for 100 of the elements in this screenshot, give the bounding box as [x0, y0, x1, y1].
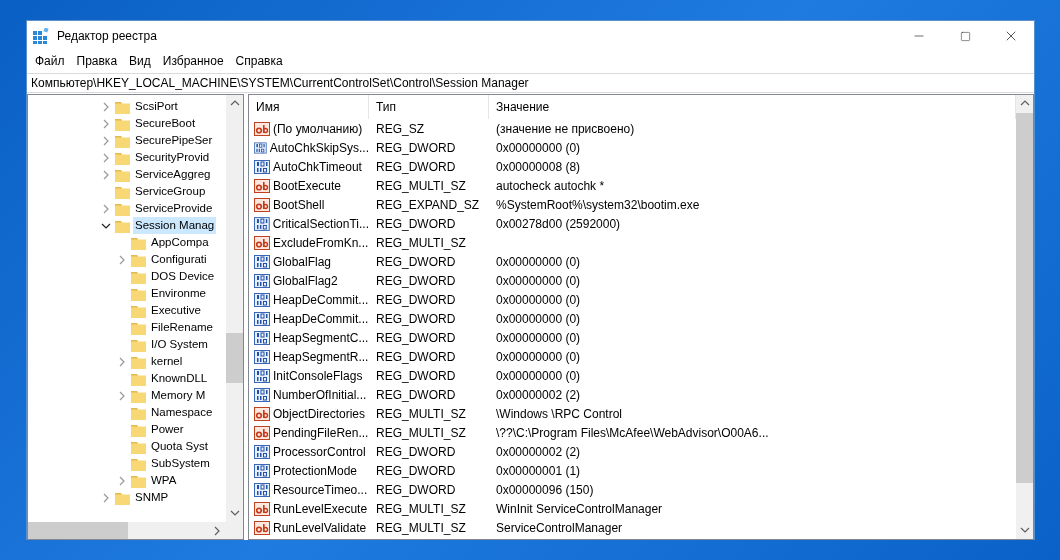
- folder-icon: [131, 269, 146, 284]
- value-row[interactable]: PendingFileRen... REG_MULTI_SZ \??\C:\Program Files\McAfee\WebAdvisor\O00A6...: [249, 423, 1016, 442]
- value-type: REG_DWORD: [375, 254, 457, 269]
- value-row[interactable]: (По умолчанию) REG_SZ (значение не присвоено): [249, 119, 1016, 138]
- tree-item[interactable]: ServiceGroup: [133, 183, 208, 200]
- folder-icon: [115, 490, 130, 505]
- tree-item[interactable]: WPA: [149, 472, 179, 489]
- folder-icon: [131, 286, 146, 301]
- value-data: 0x00000000 (0): [495, 140, 582, 155]
- value-row[interactable]: ResourceTimeo... REG_DWORD 0x00000096 (150): [249, 480, 1016, 499]
- binary-value-icon: [254, 387, 270, 402]
- value-name: ResourceTimeo...: [273, 482, 368, 497]
- tree-item[interactable]: Executive: [149, 302, 203, 319]
- value-name: ProcessorControl: [273, 444, 366, 459]
- value-row[interactable]: BootExecute REG_MULTI_SZ autocheck autochk *: [249, 176, 1016, 195]
- tree-item[interactable]: ServiceProvide: [133, 200, 215, 217]
- tree-item[interactable]: Configurati: [149, 251, 209, 268]
- binary-value-icon: [254, 330, 270, 345]
- value-type: REG_SZ: [375, 121, 425, 136]
- tree-item[interactable]: SecureBoot: [133, 115, 198, 132]
- value-row[interactable]: InitConsoleFlags REG_DWORD 0x00000000 (0): [249, 366, 1016, 385]
- folder-icon: [115, 167, 130, 182]
- value-row[interactable]: ProtectionMode REG_DWORD 0x00000001 (1): [249, 461, 1016, 480]
- value-row[interactable]: HeapSegmentC... REG_DWORD 0x00000000 (0): [249, 328, 1016, 347]
- tree-item[interactable]: kernel: [149, 353, 185, 370]
- folder-icon: [131, 320, 146, 335]
- tree-item[interactable]: FileRename: [149, 319, 215, 336]
- folder-icon: [131, 303, 146, 318]
- value-data: %SystemRoot%\system32\bootim.exe: [495, 197, 701, 212]
- tree-item[interactable]: I/O System: [149, 336, 210, 353]
- value-type: REG_DWORD: [375, 273, 457, 288]
- vertical-scrollbar[interactable]: [226, 95, 243, 522]
- scrollbar-thumb[interactable]: [1016, 113, 1033, 483]
- value-type: REG_DWORD: [375, 463, 457, 478]
- tree-item[interactable]: KnownDLL: [149, 370, 210, 387]
- tree-item[interactable]: Session Manag: [133, 217, 217, 234]
- value-row[interactable]: BootShell REG_EXPAND_SZ %SystemRoot%\system32\bootim.exe: [249, 195, 1016, 214]
- folder-icon: [115, 99, 130, 114]
- value-row[interactable]: HeapDeCommit... REG_DWORD 0x00000000 (0): [249, 309, 1016, 328]
- vertical-scrollbar[interactable]: [1016, 95, 1033, 539]
- value-name: CriticalSectionTi...: [272, 216, 369, 231]
- value-type: REG_DWORD: [375, 216, 457, 231]
- string-value-icon: [254, 501, 270, 516]
- scrollbar-thumb[interactable]: [226, 333, 243, 383]
- folder-icon: [131, 337, 146, 352]
- value-row[interactable]: ExcludeFromKn... REG_MULTI_SZ: [249, 233, 1016, 252]
- tree-item[interactable]: Namespace: [149, 404, 215, 421]
- value-data: 0x00000000 (0): [495, 292, 582, 307]
- value-row[interactable]: HeapSegmentR... REG_DWORD 0x00000000 (0): [249, 347, 1016, 366]
- folder-icon: [131, 439, 146, 454]
- folder-icon: [115, 201, 130, 216]
- menu-item[interactable]: Файл: [29, 54, 71, 68]
- value-name: ProtectionMode: [273, 463, 358, 478]
- value-row[interactable]: RunLevelExecute REG_MULTI_SZ WinInit ServiceControlManager: [249, 499, 1016, 518]
- tree-item[interactable]: SecurityProvid: [133, 149, 212, 166]
- folder-icon: [131, 354, 146, 369]
- window-title: Редактор реестра: [57, 29, 158, 43]
- value-row[interactable]: CriticalSectionTi... REG_DWORD 0x00278d00 (2592000): [249, 214, 1016, 233]
- folder-icon: [115, 116, 130, 131]
- tree-item[interactable]: SecurePipeSer: [133, 132, 215, 149]
- column-header[interactable]: Тип: [369, 95, 489, 119]
- scrollbar-thumb[interactable]: [28, 522, 128, 539]
- value-name: ObjectDirectories: [273, 406, 366, 421]
- tree-item[interactable]: Power: [149, 421, 186, 438]
- tree-item[interactable]: Memory M: [149, 387, 208, 404]
- horizontal-scrollbar[interactable]: [28, 522, 226, 539]
- value-row[interactable]: ObjectDirectories REG_MULTI_SZ \Windows \RPC Control: [249, 404, 1016, 423]
- value-row[interactable]: HeapDeCommit... REG_DWORD 0x00000000 (0): [249, 290, 1016, 309]
- column-header[interactable]: Имя: [249, 95, 369, 119]
- value-row[interactable]: AutoChkTimeout REG_DWORD 0x00000008 (8): [249, 157, 1016, 176]
- address-bar[interactable]: Компьютер\HKEY_LOCAL_MACHINE\SYSTEM\CurrentControlSet\Control\Session Manager: [27, 73, 1034, 93]
- menu-item[interactable]: Избранное: [156, 54, 230, 68]
- value-row[interactable]: AutoChkSkipSys... REG_DWORD 0x00000000 (0): [249, 138, 1016, 157]
- menu-item[interactable]: Вид: [123, 54, 157, 68]
- value-data: 0x00000000 (0): [495, 311, 582, 326]
- tree-item[interactable]: Quota Syst: [149, 438, 210, 455]
- tree-item[interactable]: ScsiPort: [133, 98, 180, 115]
- folder-icon: [115, 133, 130, 148]
- value-type: REG_DWORD: [375, 349, 457, 364]
- value-row[interactable]: GlobalFlag2 REG_DWORD 0x00000000 (0): [249, 271, 1016, 290]
- tree-item[interactable]: SNMP: [133, 489, 171, 506]
- value-type: REG_MULTI_SZ: [375, 501, 467, 516]
- value-name: GlobalFlag2: [273, 273, 338, 288]
- tree-item[interactable]: SubSystem: [149, 455, 212, 472]
- tree-item[interactable]: Environme: [149, 285, 208, 302]
- binary-value-icon: [254, 159, 270, 174]
- binary-value-icon: [254, 216, 270, 231]
- menu-item[interactable]: Справка: [229, 54, 289, 68]
- value-type: REG_DWORD: [375, 311, 457, 326]
- value-row[interactable]: ProcessorControl REG_DWORD 0x00000002 (2): [249, 442, 1016, 461]
- app-icon: [33, 28, 49, 44]
- value-name: InitConsoleFlags: [273, 368, 363, 383]
- tree-item[interactable]: DOS Device: [149, 268, 217, 285]
- value-row[interactable]: GlobalFlag REG_DWORD 0x00000000 (0): [249, 252, 1016, 271]
- menu-item[interactable]: Правка: [70, 54, 124, 68]
- folder-icon: [131, 235, 146, 250]
- tree-item[interactable]: AppCompa: [149, 234, 211, 251]
- value-row[interactable]: RunLevelValidate REG_MULTI_SZ ServiceControlManager: [249, 518, 1016, 537]
- value-row[interactable]: NumberOfInitial... REG_DWORD 0x00000002 (2): [249, 385, 1016, 404]
- tree-item[interactable]: ServiceAggreg: [133, 166, 213, 183]
